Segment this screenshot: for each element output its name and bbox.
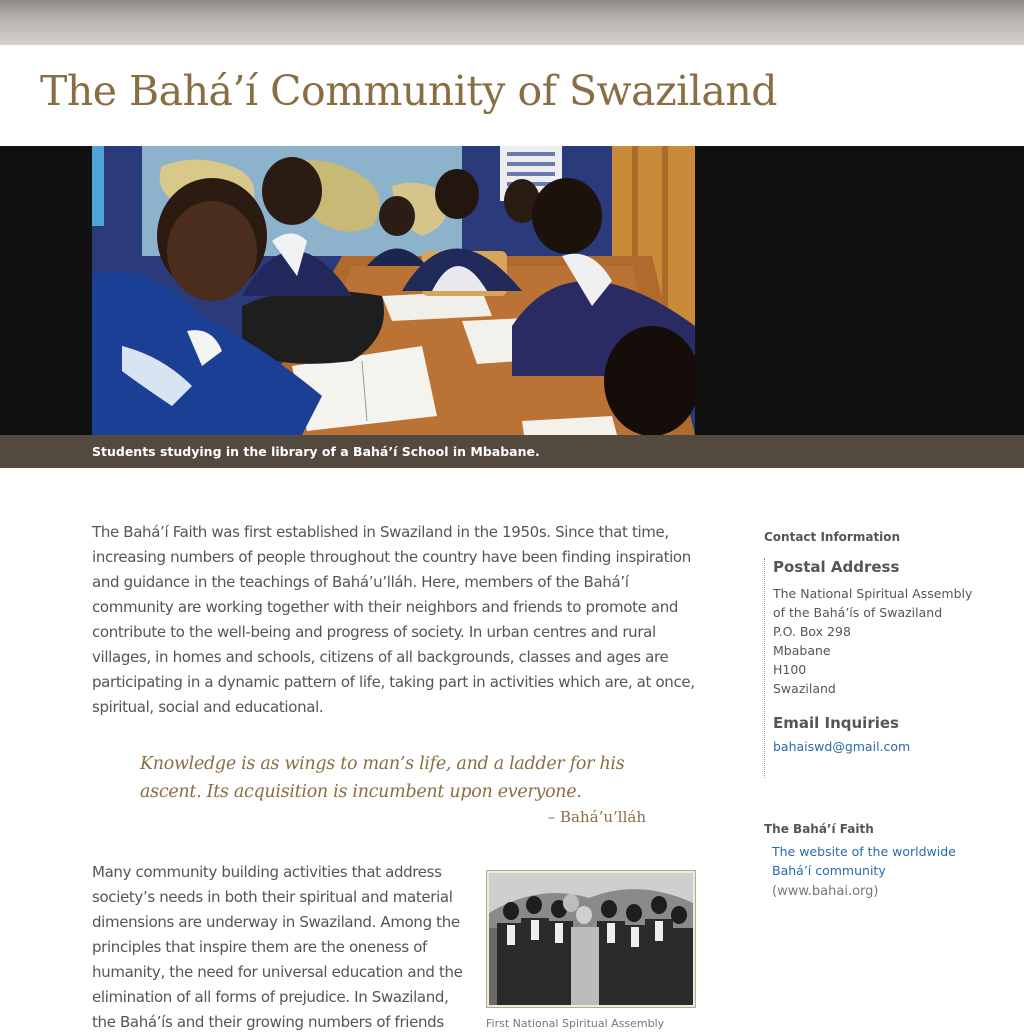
- email-link[interactable]: bahaiswd@gmail.com: [773, 739, 910, 754]
- postal-line: of the Bahá’ís of Swaziland: [773, 605, 943, 620]
- top-gradient-bar: [0, 0, 1024, 45]
- contact-block: Postal Address The National Spiritual As…: [764, 558, 1004, 778]
- intro-paragraph: The Bahá’í Faith was first established i…: [92, 523, 695, 716]
- main-content: The Bahá’í Faith was first established i…: [92, 520, 697, 1031]
- hero-banner: [0, 146, 1024, 435]
- site-title[interactable]: The Bahá’í Community of Swaziland: [40, 67, 778, 115]
- bahai-faith-block: The website of the worldwide Bahá’í comm…: [764, 842, 1004, 901]
- postal-line: Swaziland: [773, 681, 836, 696]
- bahai-website-link[interactable]: The website of the worldwide Bahá’í comm…: [772, 842, 992, 880]
- quote-author: – Bahá’u’lláh: [547, 808, 646, 826]
- postal-address-heading: Postal Address: [773, 558, 900, 576]
- postal-line: Mbabane: [773, 643, 831, 658]
- quote-text: Knowledge is as wings to man’s life, and…: [140, 754, 625, 802]
- postal-address: The National Spiritual Assembly of the B…: [773, 584, 1004, 698]
- bahai-url-text: (www.bahai.org): [772, 884, 879, 899]
- postal-line: P.O. Box 298: [773, 624, 851, 639]
- postal-line: The National Spiritual Assembly: [773, 586, 973, 601]
- bahai-faith-heading: The Bahá’í Faith: [764, 822, 874, 836]
- postal-line: H100: [773, 662, 807, 677]
- hero-photo-students-library: [92, 146, 695, 435]
- assembly-photo-frame: [486, 870, 696, 1008]
- email-inquiries-heading: Email Inquiries: [773, 714, 899, 732]
- contact-info-heading: Contact Information: [764, 530, 901, 544]
- hero-caption-bar: Students studying in the library of a Ba…: [0, 435, 1024, 468]
- sidebar: Contact Information Postal Address The N…: [764, 530, 1004, 901]
- assembly-group-photo: [489, 873, 693, 1005]
- community-paragraph: Many community building activities that …: [92, 863, 463, 1031]
- site-header: The Bahá’í Community of Swaziland: [0, 45, 1024, 146]
- hero-caption: Students studying in the library of a Ba…: [92, 444, 540, 459]
